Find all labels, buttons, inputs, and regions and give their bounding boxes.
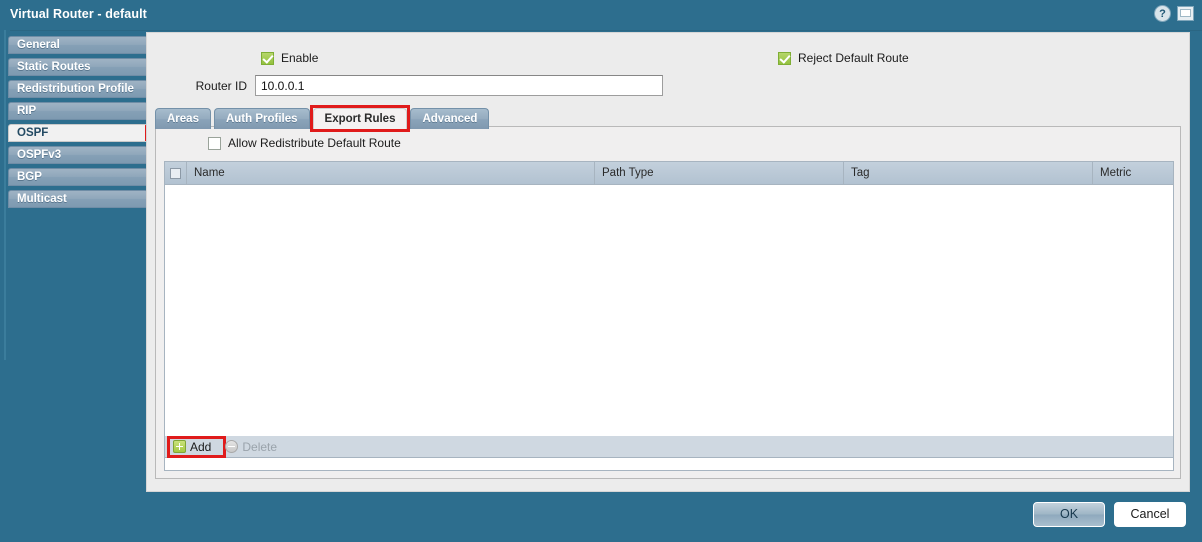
select-all-checkbox-icon (170, 167, 181, 179)
enable-checkbox[interactable]: Enable (261, 51, 318, 65)
table-body-empty (165, 185, 1173, 470)
allow-redistribute-default-route-label: Allow Redistribute Default Route (228, 136, 401, 150)
tab-label: Export Rules (324, 113, 396, 125)
checkbox-unchecked-icon (208, 136, 221, 150)
allow-redistribute-default-route-checkbox[interactable]: Allow Redistribute Default Route (208, 136, 401, 150)
add-button[interactable]: Add (166, 435, 227, 458)
dialog-titlebar: Virtual Router - default ? (0, 0, 1202, 31)
tab-export-rules[interactable]: Export Rules (309, 105, 411, 132)
sidebar-item-static-routes[interactable]: Static Routes (8, 58, 148, 76)
tab-bar: Areas Auth Profiles Export Rules Advance… (155, 105, 492, 132)
tab-label: Advanced (422, 113, 478, 125)
sidebar-item-ospf[interactable]: OSPF (8, 124, 148, 142)
tab-auth-profiles[interactable]: Auth Profiles (213, 108, 310, 129)
table-header-row: Name Path Type Tag Metric (165, 162, 1173, 185)
tab-areas[interactable]: Areas (155, 108, 211, 129)
sidebar-item-label: RIP (17, 105, 37, 117)
checkbox-checked-icon (261, 51, 274, 65)
column-header-name[interactable]: Name (187, 162, 595, 184)
sidebar: General Static Routes Redistribution Pro… (8, 36, 148, 212)
tab-label: Areas (167, 113, 199, 125)
titlebar-icons: ? (1154, 5, 1194, 22)
reject-default-route-checkbox[interactable]: Reject Default Route (778, 51, 909, 65)
router-id-row: Router ID (147, 75, 672, 96)
column-header-label: Metric (1100, 167, 1132, 179)
export-rules-table: Name Path Type Tag Metric (164, 161, 1174, 471)
sidebar-item-label: Static Routes (17, 61, 91, 73)
delete-button: Delete (225, 440, 277, 454)
column-header-path-type[interactable]: Path Type (595, 162, 844, 184)
sidebar-item-redistribution-profile[interactable]: Redistribution Profile (8, 80, 148, 98)
sidebar-item-rip[interactable]: RIP (8, 102, 148, 120)
tab-label: Auth Profiles (225, 113, 298, 125)
select-all-header-cell[interactable] (165, 162, 187, 184)
sidebar-item-label: Multicast (17, 193, 67, 205)
virtual-router-dialog: Virtual Router - default ? General Stati… (0, 0, 1202, 542)
checkbox-checked-icon (778, 51, 791, 65)
column-header-label: Name (194, 167, 225, 179)
content-panel: Enable Reject Default Route Router ID Ar… (146, 32, 1190, 492)
ok-button[interactable]: OK (1033, 502, 1105, 527)
router-id-label: Router ID (195, 78, 247, 93)
window-icon[interactable] (1177, 6, 1194, 21)
sidebar-item-label: OSPF (17, 127, 49, 139)
enable-label: Enable (281, 51, 319, 65)
sidebar-item-multicast[interactable]: Multicast (8, 190, 148, 208)
router-id-input[interactable] (255, 75, 663, 96)
cancel-button[interactable]: Cancel (1114, 502, 1186, 527)
export-rules-panel: Allow Redistribute Default Route Name Pa… (155, 126, 1181, 479)
reject-default-route-label: Reject Default Route (798, 51, 909, 65)
sidebar-item-general[interactable]: General (8, 36, 148, 54)
tab-advanced[interactable]: Advanced (410, 108, 490, 129)
delete-button-label: Delete (242, 439, 278, 454)
dialog-title: Virtual Router - default (10, 7, 147, 21)
sidebar-item-label: OSPFv3 (17, 149, 62, 161)
add-button-label: Add (190, 439, 212, 454)
dialog-footer: OK Cancel (0, 492, 1202, 542)
column-header-metric[interactable]: Metric (1093, 162, 1173, 184)
column-header-label: Path Type (602, 167, 654, 179)
sidebar-item-label: Redistribution Profile (17, 83, 134, 95)
table-toolbar: Add Delete (164, 435, 1174, 458)
sidebar-item-label: BGP (17, 171, 42, 183)
plus-icon (173, 440, 186, 453)
sidebar-item-label: General (17, 39, 60, 51)
column-header-label: Tag (851, 167, 870, 179)
sidebar-item-bgp[interactable]: BGP (8, 168, 148, 186)
column-header-tag[interactable]: Tag (844, 162, 1093, 184)
help-circle-icon[interactable]: ? (1154, 5, 1171, 22)
sidebar-item-ospfv3[interactable]: OSPFv3 (8, 146, 148, 164)
minus-icon (225, 440, 239, 453)
